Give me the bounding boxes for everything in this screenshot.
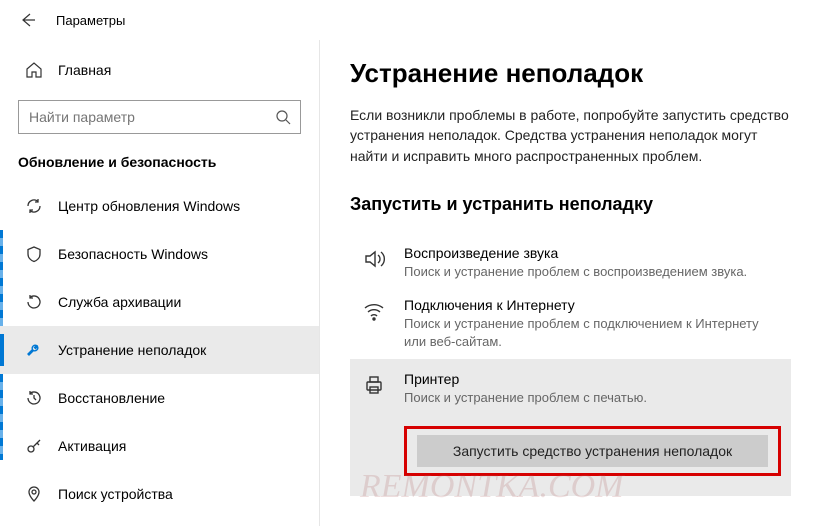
wifi-icon <box>360 297 388 351</box>
sidebar-item-recovery[interactable]: Восстановление <box>0 374 319 422</box>
sidebar-item-update[interactable]: Центр обновления Windows <box>0 182 319 230</box>
section-heading: Запустить и устранить неполадку <box>350 194 791 215</box>
sidebar-section-title: Обновление и безопасность <box>0 148 319 182</box>
page-heading: Устранение неполадок <box>350 58 791 89</box>
titlebar: Параметры <box>0 0 821 40</box>
search-box[interactable] <box>18 100 301 134</box>
sidebar-item-label: Устранение неполадок <box>58 342 206 358</box>
sidebar-item-label: Восстановление <box>58 390 165 406</box>
sidebar-item-troubleshoot[interactable]: Устранение неполадок <box>0 326 319 374</box>
page-lead: Если возникли проблемы в работе, попробу… <box>350 105 790 166</box>
run-highlight: Запустить средство устранения неполадок <box>404 426 781 476</box>
sidebar-home[interactable]: Главная <box>0 50 319 90</box>
recovery-icon <box>24 389 44 407</box>
troubleshoot-desc: Поиск и устранение проблем с воспроизвед… <box>404 263 781 281</box>
search-input[interactable] <box>19 101 266 133</box>
troubleshoot-desc: Поиск и устранение проблем с подключение… <box>404 315 781 351</box>
sidebar: Главная Обновление и безопасность Центр … <box>0 40 320 526</box>
sidebar-item-label: Поиск устройства <box>58 486 173 502</box>
troubleshooter-list: Воспроизведение звука Поиск и устранение… <box>350 237 791 496</box>
sidebar-item-activation[interactable]: Активация <box>0 422 319 470</box>
content-area: Устранение неполадок Если возникли пробл… <box>320 40 821 526</box>
sync-icon <box>24 197 44 215</box>
location-icon <box>24 485 44 503</box>
sidebar-item-backup[interactable]: Служба архивации <box>0 278 319 326</box>
sidebar-item-label: Безопасность Windows <box>58 246 208 262</box>
sidebar-nav: Центр обновления Windows Безопасность Wi… <box>0 182 319 518</box>
arrow-left-icon <box>20 12 36 28</box>
troubleshoot-internet[interactable]: Подключения к Интернету Поиск и устранен… <box>350 289 791 359</box>
home-icon <box>24 61 44 79</box>
search-icon <box>266 109 300 125</box>
back-button[interactable] <box>12 4 44 36</box>
shield-icon <box>24 245 44 263</box>
key-icon <box>24 437 44 455</box>
sidebar-item-find-device[interactable]: Поиск устройства <box>0 470 319 518</box>
troubleshoot-title: Подключения к Интернету <box>404 297 781 313</box>
troubleshoot-audio[interactable]: Воспроизведение звука Поиск и устранение… <box>350 237 791 289</box>
sidebar-item-label: Активация <box>58 438 126 454</box>
printer-icon <box>360 371 388 475</box>
backup-icon <box>24 293 44 311</box>
wrench-icon <box>24 341 44 359</box>
speaker-icon <box>360 245 388 281</box>
window-title: Параметры <box>56 13 125 28</box>
sidebar-item-label: Служба архивации <box>58 294 181 310</box>
troubleshoot-printer[interactable]: Принтер Поиск и устранение проблем с печ… <box>350 359 791 495</box>
troubleshoot-title: Воспроизведение звука <box>404 245 781 261</box>
sidebar-item-label: Центр обновления Windows <box>58 198 240 214</box>
sidebar-item-security[interactable]: Безопасность Windows <box>0 230 319 278</box>
troubleshoot-title: Принтер <box>404 371 781 387</box>
troubleshoot-desc: Поиск и устранение проблем с печатью. <box>404 389 781 407</box>
sidebar-home-label: Главная <box>58 62 111 78</box>
run-troubleshooter-button[interactable]: Запустить средство устранения неполадок <box>417 435 768 467</box>
